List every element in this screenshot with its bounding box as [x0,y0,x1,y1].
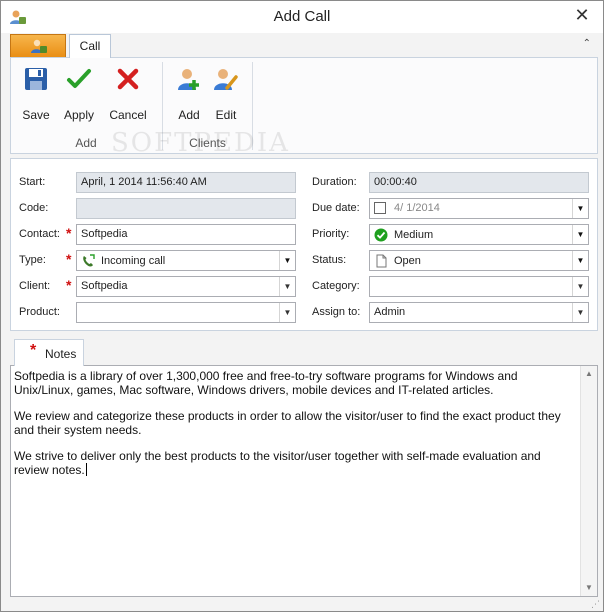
add-client-button[interactable]: Add [172,66,206,122]
scroll-up-icon[interactable]: ▲ [581,366,597,382]
chevron-down-icon[interactable]: ▼ [572,277,588,296]
client-select[interactable]: Softpedia ▼ [76,276,296,297]
contact-field[interactable]: Softpedia [76,224,296,245]
duration-field: 00:00:40 [369,172,589,193]
notes-scrollbar[interactable]: ▲ ▼ [580,366,597,596]
due-date-field[interactable]: 4/ 1/2014 ▼ [369,198,589,219]
client-label: Client: [19,280,51,292]
duration-label: Duration: [312,176,357,188]
status-label: Status: [312,254,347,266]
product-label: Product: [19,306,60,318]
contact-label: Contact: [19,228,60,240]
assign-to-label: Assign to: [312,306,361,318]
chevron-down-icon[interactable]: ▼ [279,303,295,322]
priority-label: Priority: [312,228,350,240]
window-title: Add Call [273,8,331,25]
cancel-icon [117,68,139,90]
save-label: Save [22,108,50,122]
priority-select[interactable]: Medium ▼ [369,224,589,245]
assign-to-select[interactable]: Admin ▼ [369,302,589,323]
document-icon [376,254,387,268]
assign-to-value: Admin [374,306,406,319]
save-icon [25,68,47,90]
priority-value: Medium [394,229,434,241]
ribbon-group-separator [252,62,253,150]
app-menu-tab[interactable] [10,34,66,57]
edit-client-button[interactable]: Edit [209,66,243,122]
notes-paragraph: We review and categorize these products … [14,409,561,437]
chevron-down-icon[interactable]: ▼ [572,251,588,270]
category-select[interactable]: ▼ [369,276,589,297]
add-call-window: Add Call ✕ Call ⌃ Save Apply Cancel Add … [0,0,604,612]
edit-client-label: Edit [215,108,237,122]
required-marker: * [66,251,72,267]
code-label: Code: [19,202,49,214]
required-marker: * [30,342,37,359]
call-form: Start: April, 1 2014 11:56:40 AM Duratio… [10,158,598,331]
notes-textarea[interactable]: Softpedia is a library of over 1,300,000… [10,365,598,597]
apply-label: Apply [63,108,95,122]
text-caret [85,463,87,476]
close-button[interactable]: ✕ [571,4,593,26]
ribbon-group-clients-label: Clients [189,136,226,150]
tab-notes[interactable]: * Notes [14,339,84,366]
type-value: Incoming call [101,255,166,267]
chevron-down-icon[interactable]: ▼ [279,251,295,270]
notes-paragraph-text: We strive to deliver only the best produ… [14,449,541,477]
check-circle-icon [374,228,388,242]
notes-content[interactable]: Softpedia is a library of over 1,300,000… [14,369,574,489]
app-menu-icon [31,39,47,53]
ribbon-group-add-label: Add [75,136,97,150]
scroll-down-icon[interactable]: ▼ [581,580,597,596]
ribbon: Save Apply Cancel Add Add Edit Clients S… [10,57,598,158]
chevron-down-icon[interactable]: ▼ [572,225,588,244]
collapse-ribbon-icon[interactable]: ⌃ [583,38,591,49]
phone-icon [83,254,95,267]
type-select[interactable]: Incoming call ▼ [76,250,296,271]
due-date-value: 4/ 1/2014 [394,202,440,215]
start-label: Start: [19,176,46,188]
chevron-down-icon[interactable]: ▼ [572,303,588,322]
start-field: April, 1 2014 11:56:40 AM [76,172,296,193]
cancel-label: Cancel [109,108,147,122]
status-value: Open [394,255,421,267]
apply-button[interactable]: Apply [59,66,99,122]
due-date-label: Due date: [312,202,360,214]
save-button[interactable]: Save [17,66,55,122]
chevron-down-icon[interactable]: ▼ [279,277,295,296]
chevron-down-icon[interactable]: ▼ [572,199,588,218]
checkbox-icon[interactable] [374,202,386,215]
check-icon [67,69,91,88]
status-select[interactable]: Open ▼ [369,250,589,271]
client-value: Softpedia [81,280,128,293]
tab-call[interactable]: Call [69,34,111,58]
cancel-button[interactable]: Cancel [105,66,151,122]
product-select[interactable]: ▼ [76,302,296,323]
notes-paragraph: Softpedia is a library of over 1,300,000… [14,369,518,397]
notes-tab-label: Notes [45,347,77,361]
type-label: Type: [19,254,46,266]
required-marker: * [66,225,72,241]
code-field[interactable] [76,198,296,219]
add-user-icon [178,69,199,90]
notes-paragraph: We strive to deliver only the best produ… [14,449,574,477]
category-label: Category: [312,280,360,292]
title-bar: Add Call ✕ [1,1,603,33]
resize-grip-icon[interactable]: ⋰ [591,599,601,609]
add-client-label: Add [178,108,200,122]
edit-user-icon [214,69,238,90]
required-marker: * [66,277,72,293]
